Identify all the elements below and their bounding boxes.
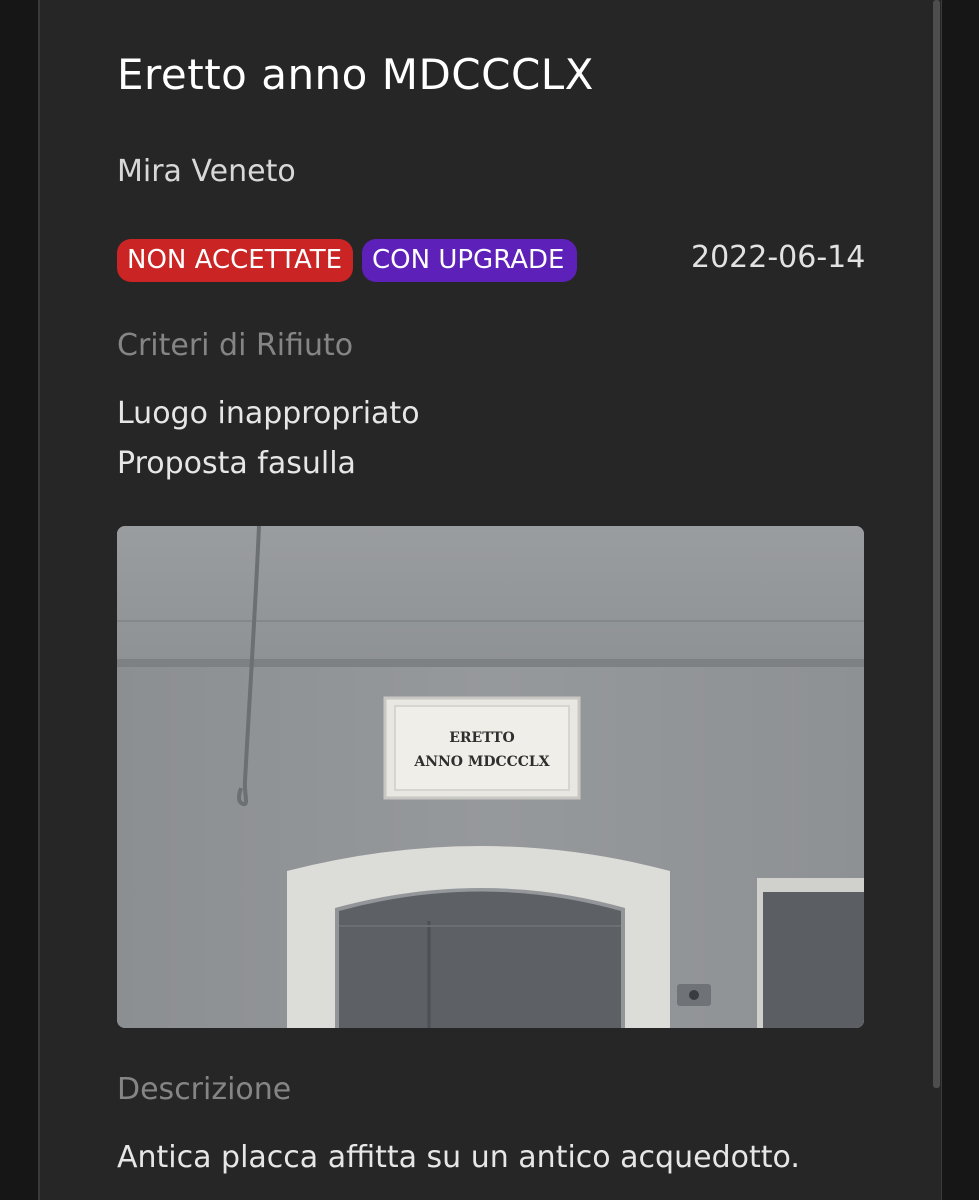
- description-label: Descrizione: [117, 1072, 292, 1107]
- nomination-date: 2022-06-14: [691, 240, 866, 275]
- rejection-criterion: Proposta fasulla: [117, 446, 356, 481]
- page: Eretto anno MDCCCLX Mira Veneto NON ACCE…: [0, 0, 979, 1200]
- status-badge-rejected: NON ACCETTATE: [117, 239, 353, 282]
- rejection-criterion: Luogo inappropriato: [117, 396, 420, 431]
- rejection-criteria-label: Criteri di Rifiuto: [117, 328, 354, 363]
- photo-illustration: ERETTO ANNO MDCCCLX: [117, 526, 864, 1028]
- description-text: Antica placca affitta su un antico acque…: [117, 1140, 800, 1175]
- plaque-line2: ANNO MDCCCLX: [413, 754, 549, 770]
- nomination-photo[interactable]: ERETTO ANNO MDCCCLX: [117, 526, 864, 1028]
- scrollbar-thumb[interactable]: [933, 0, 940, 1088]
- nomination-location: Mira Veneto: [117, 154, 296, 189]
- plaque-line1: ERETTO: [449, 730, 515, 746]
- status-badge-upgrade: CON UPGRADE: [362, 239, 577, 282]
- nomination-title: Eretto anno MDCCCLX: [117, 50, 594, 99]
